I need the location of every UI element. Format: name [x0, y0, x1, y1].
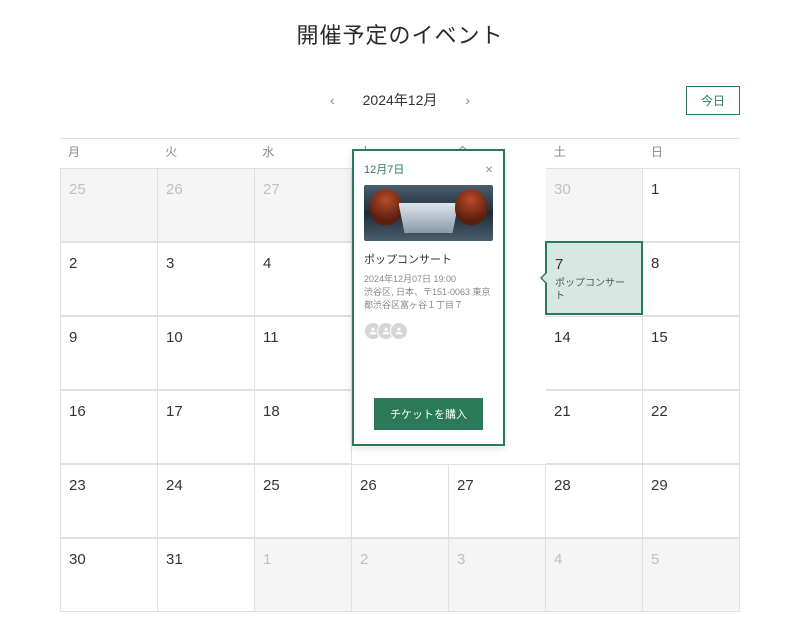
day-number: 30	[554, 181, 634, 198]
calendar-cell[interactable]: 27	[255, 168, 352, 242]
calendar-cell[interactable]: 1	[255, 538, 352, 612]
calendar-cell[interactable]: 23	[61, 464, 158, 538]
day-number: 17	[166, 403, 246, 420]
calendar-cell[interactable]: 10	[158, 316, 255, 390]
calendar-cell[interactable]: 31	[158, 538, 255, 612]
day-number: 11	[263, 329, 343, 346]
month-label: 2024年12月	[363, 90, 438, 110]
calendar-cell[interactable]: 15	[643, 316, 740, 390]
event-title: ポップコンサート	[364, 251, 493, 267]
calendar-cell[interactable]: 17	[158, 390, 255, 464]
next-month-button[interactable]: ›	[465, 92, 470, 108]
day-number: 30	[69, 551, 149, 568]
event-meta: 2024年12月07日 19:00 渋谷区, 日本、〒151-0063 東京都渋…	[364, 273, 493, 312]
calendar-cell[interactable]: 1	[643, 168, 740, 242]
day-number: 24	[166, 477, 246, 494]
calendar-cell[interactable]: 29	[643, 464, 740, 538]
calendar-cell[interactable]: 16	[61, 390, 158, 464]
avatar-icon	[390, 322, 408, 340]
day-number: 1	[263, 551, 343, 568]
calendar-cell[interactable]: 25	[255, 464, 352, 538]
calendar-cell[interactable]: 3	[449, 538, 546, 612]
day-number: 21	[554, 403, 634, 420]
day-number: 3	[457, 551, 537, 568]
day-number: 27	[263, 181, 343, 198]
prev-month-button[interactable]: ‹	[330, 92, 335, 108]
day-number: 2	[69, 255, 149, 272]
calendar-cell[interactable]: 25	[61, 168, 158, 242]
day-number: 31	[166, 551, 246, 568]
event-label: ポップコンサート	[555, 277, 633, 303]
buy-tickets-button[interactable]: チケットを購入	[374, 398, 483, 430]
attendee-avatars[interactable]	[364, 322, 493, 340]
dow-label: 月	[60, 139, 157, 168]
page-title: 開催予定のイベント	[60, 18, 740, 50]
day-number: 28	[554, 477, 634, 494]
close-icon[interactable]: ×	[485, 162, 493, 176]
today-button[interactable]: 今日	[686, 86, 740, 115]
day-number: 1	[651, 181, 731, 198]
calendar-cell[interactable]: 18	[255, 390, 352, 464]
day-number: 2	[360, 551, 440, 568]
calendar-cell[interactable]: 26	[352, 464, 449, 538]
calendar-cell[interactable]: 30	[61, 538, 158, 612]
day-number: 8	[651, 255, 731, 272]
day-number: 7	[555, 256, 633, 273]
dow-label: 日	[643, 139, 740, 168]
event-popover: 12月7日 × ポップコンサート 2024年12月07日 19:00 渋谷区, …	[352, 149, 505, 446]
day-number: 29	[651, 477, 731, 494]
calendar-cell[interactable]: 7 ポップコンサート	[545, 241, 643, 315]
calendar-cell[interactable]: 3	[158, 242, 255, 316]
day-number: 4	[263, 255, 343, 272]
calendar-cell[interactable]: 4	[546, 538, 643, 612]
day-number: 9	[69, 329, 149, 346]
day-number: 25	[69, 181, 149, 198]
popover-date: 12月7日	[364, 161, 404, 177]
calendar-cell[interactable]: 22	[643, 390, 740, 464]
day-number: 26	[360, 477, 440, 494]
calendar-cell[interactable]: 26	[158, 168, 255, 242]
calendar-cell[interactable]: 28	[546, 464, 643, 538]
day-number: 18	[263, 403, 343, 420]
day-number: 10	[166, 329, 246, 346]
calendar-cell[interactable]: 4	[255, 242, 352, 316]
dow-label: 土	[546, 139, 643, 168]
day-number: 25	[263, 477, 343, 494]
calendar-cell[interactable]: 2	[352, 538, 449, 612]
day-number: 26	[166, 181, 246, 198]
calendar-cell[interactable]: 14	[546, 316, 643, 390]
day-number: 4	[554, 551, 634, 568]
calendar-cell[interactable]: 24	[158, 464, 255, 538]
dow-label: 火	[157, 139, 254, 168]
day-number: 23	[69, 477, 149, 494]
day-number: 5	[651, 551, 731, 568]
calendar-cell[interactable]: 2	[61, 242, 158, 316]
dow-label: 水	[254, 139, 351, 168]
calendar-cell[interactable]: 30	[546, 168, 643, 242]
day-number: 15	[651, 329, 731, 346]
month-nav: ‹ 2024年12月 › 今日	[60, 90, 740, 110]
calendar-cell[interactable]: 5	[643, 538, 740, 612]
calendar-cell[interactable]: 9	[61, 316, 158, 390]
calendar-cell[interactable]: 21	[546, 390, 643, 464]
calendar-cell[interactable]: 11	[255, 316, 352, 390]
event-image[interactable]	[364, 185, 493, 241]
day-number: 3	[166, 255, 246, 272]
calendar-cell[interactable]: 8	[643, 242, 740, 316]
calendar-cell[interactable]: 27	[449, 464, 546, 538]
day-number: 14	[554, 329, 634, 346]
day-number: 22	[651, 403, 731, 420]
day-number: 16	[69, 403, 149, 420]
day-number: 27	[457, 477, 537, 494]
